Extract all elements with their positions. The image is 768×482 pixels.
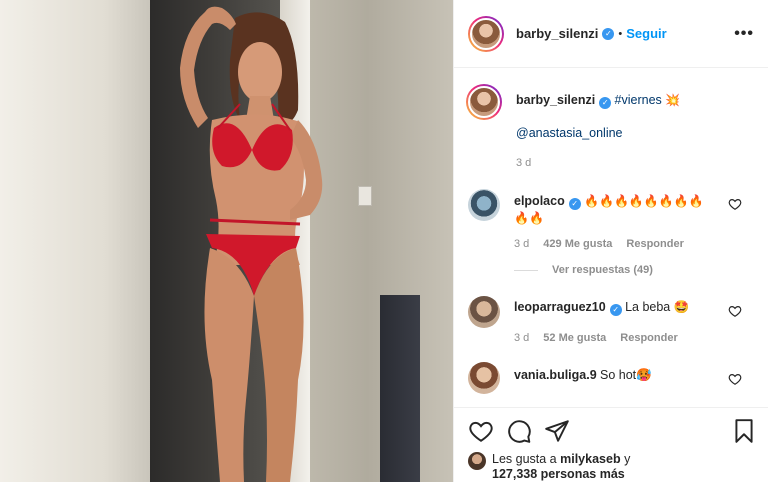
comment-username[interactable]: elpolaco (514, 194, 565, 208)
post-actions-bar: Les gusta a milykaseb y 127,338 personas… (454, 407, 768, 482)
comment-time[interactable]: 3 d (514, 238, 529, 250)
comment-item: leoparraguez10 ✓ La beba 🤩 3 d 52 Me gust… (468, 296, 754, 344)
comment-item: elpolaco ✓ 🔥🔥🔥🔥🔥🔥🔥🔥 🔥🔥 3 d 429 Me gusta R… (468, 189, 754, 250)
comment-item: vania.buliga.9 So hot🥵 (468, 362, 754, 394)
liker-username[interactable]: milykaseb (560, 452, 620, 466)
liker-avatar[interactable] (468, 452, 486, 470)
reply-button[interactable]: Responder (620, 332, 677, 344)
caption-avatar-image (468, 86, 500, 118)
verified-badge-icon: ✓ (568, 198, 581, 210)
comment-text: La beba 🤩 (625, 300, 690, 314)
follow-button[interactable]: Seguir (626, 26, 666, 41)
comment-avatar[interactable] (468, 189, 500, 221)
bookmark-icon[interactable] (731, 418, 757, 444)
verified-badge-icon: ✓ (602, 27, 615, 40)
verified-badge-icon: ✓ (609, 304, 622, 316)
instagram-post-modal: barby_silenzi ✓ • Seguir ••• barby_silen… (0, 0, 768, 482)
reply-button[interactable]: Responder (626, 238, 683, 250)
likes-prefix: Les gusta a (492, 452, 557, 466)
caption-avatar[interactable] (466, 84, 502, 120)
photo-bg-door (0, 0, 150, 482)
comments-list[interactable]: barby_silenzi ✓ #viernes 💥 @anastasia_onl… (454, 68, 768, 408)
replies-divider (514, 269, 538, 271)
caption-time[interactable]: 3 d (516, 157, 531, 169)
comment-avatar[interactable] (468, 296, 500, 328)
comment-likes[interactable]: 429 Me gusta (543, 238, 612, 250)
comment-icon[interactable] (506, 418, 532, 444)
caption-emoji: 💥 (665, 93, 681, 107)
post-header: barby_silenzi ✓ • Seguir ••• (454, 0, 768, 68)
author-username[interactable]: barby_silenzi (516, 26, 598, 41)
view-replies-label[interactable]: Ver respuestas (49) (552, 264, 653, 276)
comment-username[interactable]: leoparraguez10 (514, 300, 606, 314)
comment-like-heart-icon[interactable] (728, 197, 742, 211)
verified-badge-icon: ✓ (599, 97, 612, 109)
caption-username[interactable]: barby_silenzi (516, 93, 595, 107)
author-avatar-image (470, 17, 502, 50)
more-options-icon[interactable]: ••• (734, 25, 754, 43)
comment-likes[interactable]: 52 Me gusta (543, 332, 606, 344)
comment-like-heart-icon[interactable] (728, 372, 742, 386)
like-heart-icon[interactable] (468, 418, 494, 444)
author-avatar[interactable] (468, 15, 504, 52)
post-photo[interactable] (0, 0, 453, 482)
comment-username[interactable]: vania.buliga.9 (514, 368, 597, 382)
photo-bg-mirror (380, 295, 420, 482)
caption-mention[interactable]: @anastasia_online (516, 126, 623, 140)
photo-figure (180, 6, 323, 482)
comment-time[interactable]: 3 d (514, 332, 529, 344)
comment-text: 🔥🔥🔥🔥🔥🔥🔥🔥 (584, 194, 704, 208)
likes-summary: Les gusta a milykaseb y 127,338 personas… (468, 452, 757, 482)
caption-hashtag[interactable]: #viernes (615, 93, 662, 107)
share-icon[interactable] (544, 418, 570, 444)
comment-text: So hot🥵 (600, 368, 652, 382)
separator-dot: • (618, 27, 623, 40)
comment-avatar[interactable] (468, 362, 500, 394)
comment-text-cont: 🔥🔥 (514, 211, 544, 225)
post-side-panel: barby_silenzi ✓ • Seguir ••• barby_silen… (453, 0, 768, 482)
comment-like-heart-icon[interactable] (728, 304, 742, 318)
likes-and: y (624, 452, 631, 466)
view-replies[interactable]: Ver respuestas (49) (514, 264, 754, 276)
caption: barby_silenzi ✓ #viernes 💥 @anastasia_onl… (466, 68, 754, 169)
photo-bg-switch (358, 186, 372, 206)
likes-count[interactable]: 127,338 personas más (492, 467, 625, 481)
